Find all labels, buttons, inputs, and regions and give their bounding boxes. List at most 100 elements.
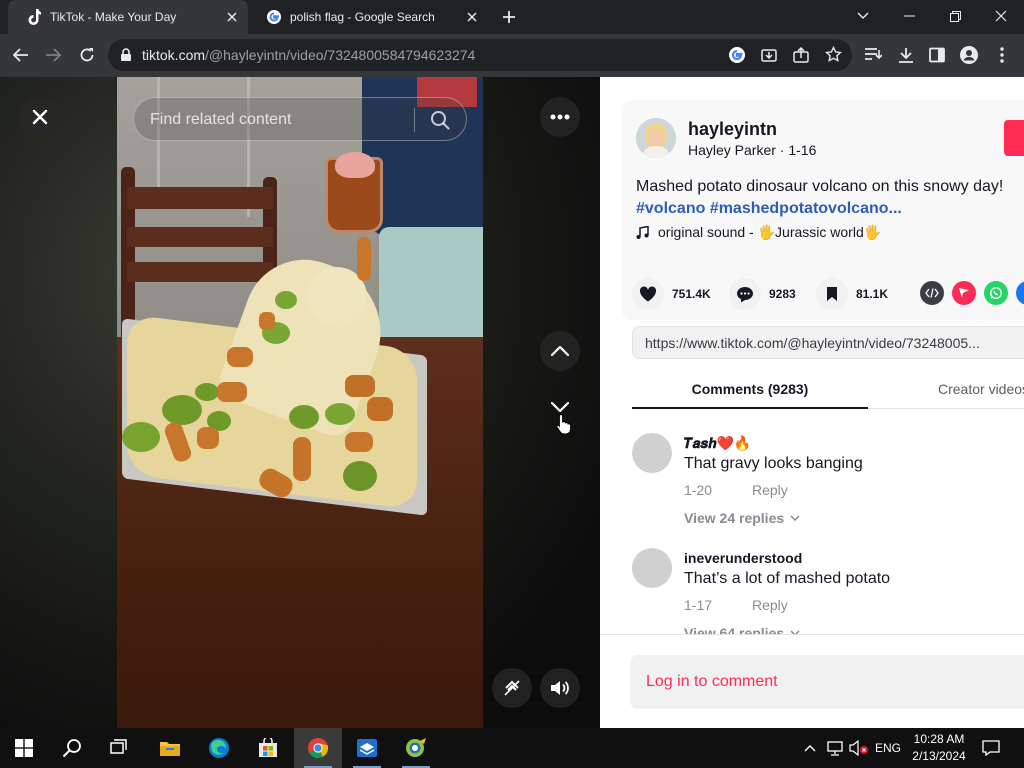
language-indicator[interactable]: ENG <box>872 728 904 768</box>
follow-button[interactable] <box>1004 120 1024 156</box>
hashtags[interactable]: #volcano #mashedpotatovolcano... <box>636 198 1024 220</box>
comment-item: ineverunderstood That’s a lot of mashed … <box>632 548 1012 634</box>
google-lens-icon[interactable] <box>728 46 746 64</box>
view-replies-button[interactable]: View 64 replies <box>684 625 800 634</box>
commenter-username[interactable]: 𝑻𝒂𝒔𝒉❤️🔥 <box>684 435 751 452</box>
reply-button[interactable]: Reply <box>752 597 788 613</box>
volume-muted-icon[interactable] <box>848 728 870 768</box>
video-details-panel: hayleyintn Hayley Parker · 1-16 Mashed p… <box>600 77 1024 728</box>
embed-code-icon[interactable] <box>920 281 944 305</box>
music-note-icon <box>636 225 650 240</box>
taskbar-search-icon[interactable] <box>48 728 96 768</box>
forward-icon[interactable] <box>38 40 68 70</box>
close-window-icon[interactable] <box>978 0 1024 32</box>
address-bar[interactable]: tiktok.com/@hayleyintn/video/73248005847… <box>108 39 852 71</box>
sound-row[interactable]: original sound - 🖐️Jurassic world🖐️ <box>636 224 881 241</box>
mouse-cursor-icon <box>556 413 572 435</box>
chrome-taskbar-icon[interactable] <box>294 728 342 768</box>
reply-button[interactable]: Reply <box>752 482 788 498</box>
notifications-icon[interactable] <box>976 728 1006 768</box>
edge-browser-icon[interactable] <box>195 728 243 768</box>
tab-comments[interactable]: Comments (9283) <box>632 371 868 409</box>
clock-time: 10:28 AM <box>913 732 965 746</box>
related-search-box[interactable]: Find related content <box>133 97 467 141</box>
video-link-text: https://www.tiktok.com/@hayleyintn/video… <box>645 335 980 351</box>
tab-title: polish flag - Google Search <box>290 10 435 24</box>
send-to-friends-icon[interactable] <box>952 281 976 305</box>
sound-title[interactable]: original sound - 🖐️Jurassic world🖐️ <box>658 224 881 241</box>
save-button[interactable]: 81.1K <box>816 276 888 312</box>
screen-capture-app-icon[interactable] <box>392 728 440 768</box>
browser-tab-strip: TikTok - Make Your Day polish flag - Goo… <box>0 0 1024 34</box>
picture-in-picture-icon[interactable] <box>492 668 532 708</box>
reading-list-icon[interactable] <box>858 40 888 70</box>
tab-tiktok[interactable]: TikTok - Make Your Day <box>8 0 248 34</box>
tiktok-icon <box>26 9 42 25</box>
previous-video-icon[interactable] <box>540 331 580 371</box>
tab-search-chevron-icon[interactable] <box>840 0 886 32</box>
comment-date: 1-20 <box>684 482 713 498</box>
view-replies-button[interactable]: View 24 replies <box>684 510 800 526</box>
side-panel-icon[interactable] <box>922 40 952 70</box>
related-search-placeholder[interactable]: Find related content <box>150 111 291 129</box>
file-explorer-icon[interactable] <box>146 728 194 768</box>
profile-icon[interactable] <box>954 40 984 70</box>
volume-icon[interactable] <box>540 668 580 708</box>
commenter-avatar[interactable] <box>632 548 672 588</box>
windows-taskbar: ENG 10:28 AM 2/13/2024 <box>0 728 1024 768</box>
whatsapp-icon[interactable] <box>984 281 1008 305</box>
restore-icon[interactable] <box>932 0 978 32</box>
login-prompt[interactable]: Log in to comment <box>646 673 778 691</box>
copy-link-field[interactable]: https://www.tiktok.com/@hayleyintn/video… <box>632 326 1024 359</box>
bookmark-star-icon[interactable] <box>825 46 842 63</box>
bookmark-icon[interactable] <box>816 278 848 310</box>
url-text: tiktok.com/@hayleyintn/video/73248005847… <box>142 47 476 63</box>
commenter-avatar[interactable] <box>632 433 672 473</box>
cloud-storage-app-icon[interactable] <box>343 728 391 768</box>
description-text: Mashed potato dinosaur volcano on this s… <box>636 178 1004 195</box>
tray-overflow-chevron-icon[interactable] <box>800 728 820 768</box>
video-frame[interactable] <box>117 77 483 728</box>
google-icon <box>266 9 282 25</box>
close-video-icon[interactable] <box>20 97 60 137</box>
heart-icon[interactable] <box>632 278 664 310</box>
chevron-down-icon <box>790 515 800 521</box>
post-description: Mashed potato dinosaur volcano on this s… <box>636 176 1024 220</box>
view-replies-label[interactable]: View 24 replies <box>684 510 784 526</box>
downloads-icon[interactable] <box>891 40 921 70</box>
network-icon[interactable] <box>824 728 846 768</box>
site-info-icon[interactable] <box>120 48 132 62</box>
system-clock[interactable]: 10:28 AM 2/13/2024 <box>902 731 976 765</box>
back-icon[interactable] <box>6 40 36 70</box>
close-tab-icon[interactable] <box>224 9 240 25</box>
login-to-comment-button[interactable]: Log in to comment <box>630 655 1024 709</box>
view-replies-label[interactable]: View 64 replies <box>684 625 784 634</box>
windows-start-icon[interactable] <box>0 728 48 768</box>
clock-date: 2/13/2024 <box>912 749 966 763</box>
search-icon[interactable] <box>430 110 450 130</box>
comments-list: 𝑻𝒂𝒔𝒉❤️🔥 That gravy looks banging 1-20 Re… <box>600 410 1024 634</box>
tab-google-search[interactable]: polish flag - Google Search <box>248 0 488 34</box>
task-view-icon[interactable] <box>96 728 144 768</box>
install-app-icon[interactable] <box>761 47 777 63</box>
new-tab-icon[interactable] <box>499 7 519 27</box>
author-avatar[interactable] <box>636 118 676 158</box>
like-button[interactable]: 751.4K <box>632 276 711 312</box>
tab-creator-videos[interactable]: Creator videos <box>938 371 1024 409</box>
share-page-icon[interactable] <box>793 47 809 63</box>
comment-bubble-icon[interactable] <box>729 278 761 310</box>
comment-text: That’s a lot of mashed potato <box>684 570 891 587</box>
close-tab-icon[interactable] <box>464 9 480 25</box>
commenter-username[interactable]: ineverunderstood <box>684 550 802 566</box>
reload-icon[interactable] <box>72 40 102 70</box>
comment-button[interactable]: 9283 <box>729 276 796 312</box>
comment-item: 𝑻𝒂𝒔𝒉❤️🔥 That gravy looks banging 1-20 Re… <box>632 433 1012 533</box>
more-menu-icon[interactable] <box>987 40 1017 70</box>
like-count: 751.4K <box>672 287 711 301</box>
minimize-icon[interactable] <box>886 0 932 32</box>
microsoft-store-icon[interactable] <box>244 728 292 768</box>
more-options-icon[interactable] <box>540 97 580 137</box>
search-divider <box>414 108 415 132</box>
browser-toolbar: tiktok.com/@hayleyintn/video/73248005847… <box>0 34 1024 77</box>
author-username[interactable]: hayleyintn <box>688 119 777 140</box>
